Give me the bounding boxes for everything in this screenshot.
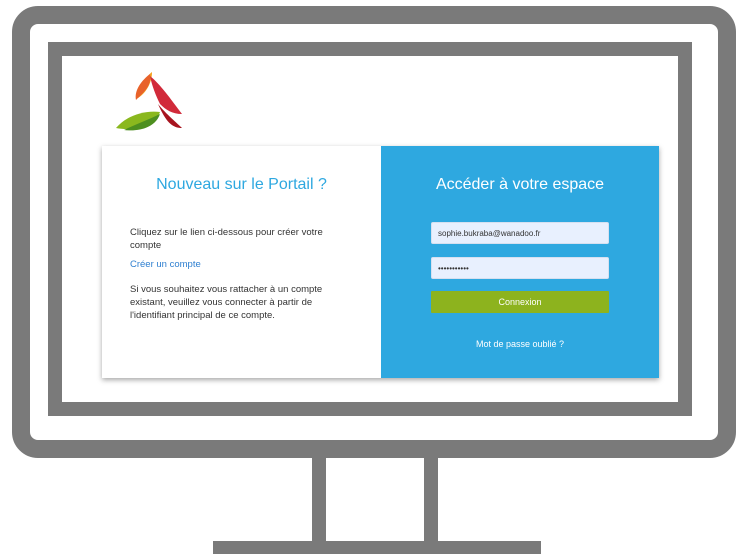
forgot-password-link[interactable]: Mot de passe oublié ?	[381, 339, 659, 349]
login-card: Nouveau sur le Portail ? Cliquez sur le …	[102, 146, 659, 378]
existing-account-instructions: Si vous souhaitez vous rattacher à un co…	[130, 284, 323, 321]
new-user-panel: Nouveau sur le Portail ? Cliquez sur le …	[102, 146, 381, 378]
monitor-base	[213, 541, 541, 554]
monitor-stand-left	[312, 458, 326, 542]
login-panel: Accéder à votre espace Connexion Mot de …	[381, 146, 659, 378]
create-account-instructions: Cliquez sur le lien ci-dessous pour crée…	[130, 227, 323, 251]
email-field[interactable]	[431, 222, 609, 244]
create-account-link[interactable]: Créer un compte	[130, 259, 201, 270]
new-user-title: Nouveau sur le Portail ?	[156, 176, 327, 193]
login-title: Accéder à votre espace	[435, 176, 605, 193]
login-button[interactable]: Connexion	[431, 291, 609, 313]
monitor-stand-right	[424, 458, 438, 542]
password-field[interactable]	[431, 257, 609, 279]
logo-icon	[116, 72, 182, 131]
